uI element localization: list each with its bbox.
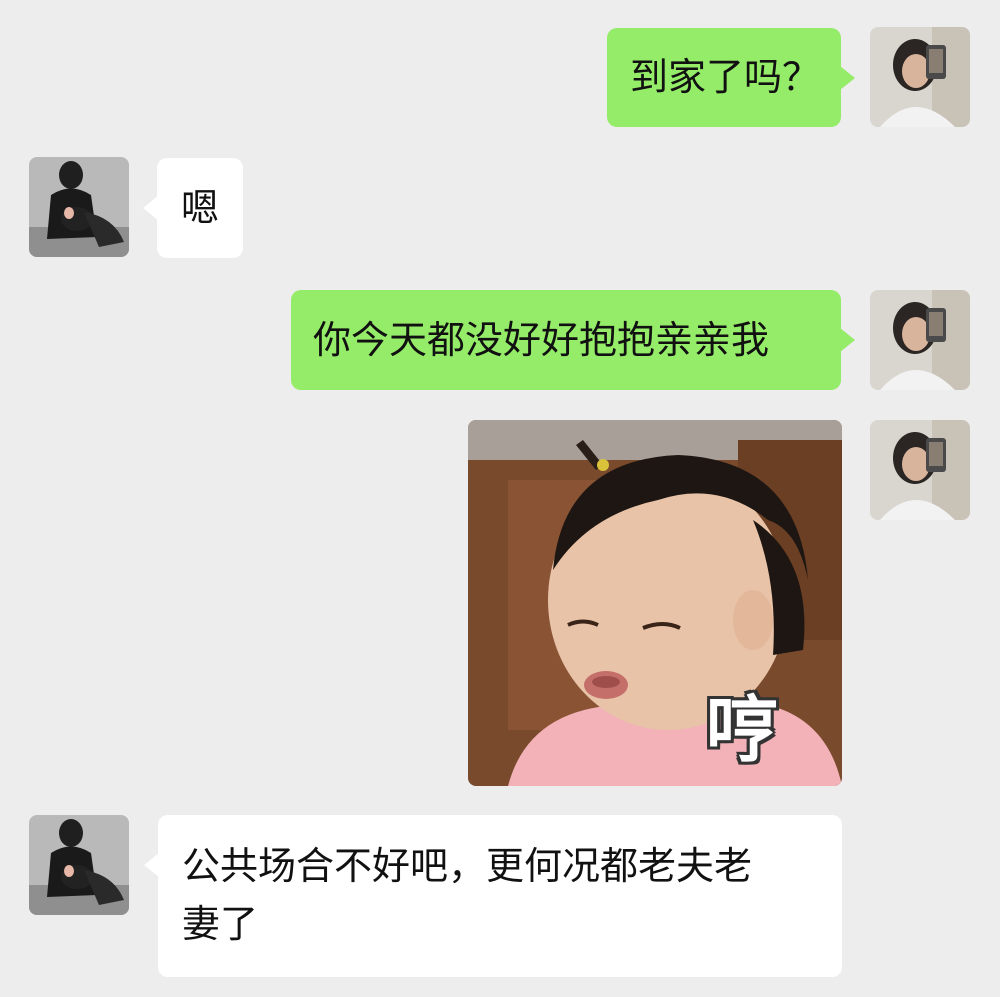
message-text: 嗯 xyxy=(181,186,220,230)
sticker-caption: 哼 xyxy=(706,688,779,772)
message-text: 你今天都没好好抱抱亲亲我 xyxy=(313,318,770,362)
contact-avatar[interactable] xyxy=(29,815,129,915)
message-text: 到家了吗？ xyxy=(630,55,821,99)
my-avatar[interactable] xyxy=(870,420,970,520)
message-text-line: 公共场合不好吧，更何况都老夫老 xyxy=(182,844,753,888)
my-avatar-photo xyxy=(870,290,970,390)
my-avatar-photo xyxy=(870,420,970,520)
contact-avatar-photo xyxy=(29,157,129,257)
message-text-line: 妻了 xyxy=(182,902,259,946)
message-bubble-received[interactable]: 嗯 xyxy=(143,158,243,258)
message-bubble-received[interactable]: 公共场合不好吧，更何况都老夫老 妻了 xyxy=(144,815,842,977)
contact-avatar-photo xyxy=(29,815,129,915)
my-avatar[interactable] xyxy=(870,27,970,127)
sticker-image[interactable]: 哼 xyxy=(468,420,842,786)
baby-pout-sticker xyxy=(468,420,842,786)
message-bubble-sent[interactable]: 到家了吗？ xyxy=(607,28,855,127)
my-avatar-photo xyxy=(870,27,970,127)
my-avatar[interactable] xyxy=(870,290,970,390)
message-bubble-sent[interactable]: 你今天都没好好抱抱亲亲我 xyxy=(291,290,855,390)
contact-avatar[interactable] xyxy=(29,157,129,257)
